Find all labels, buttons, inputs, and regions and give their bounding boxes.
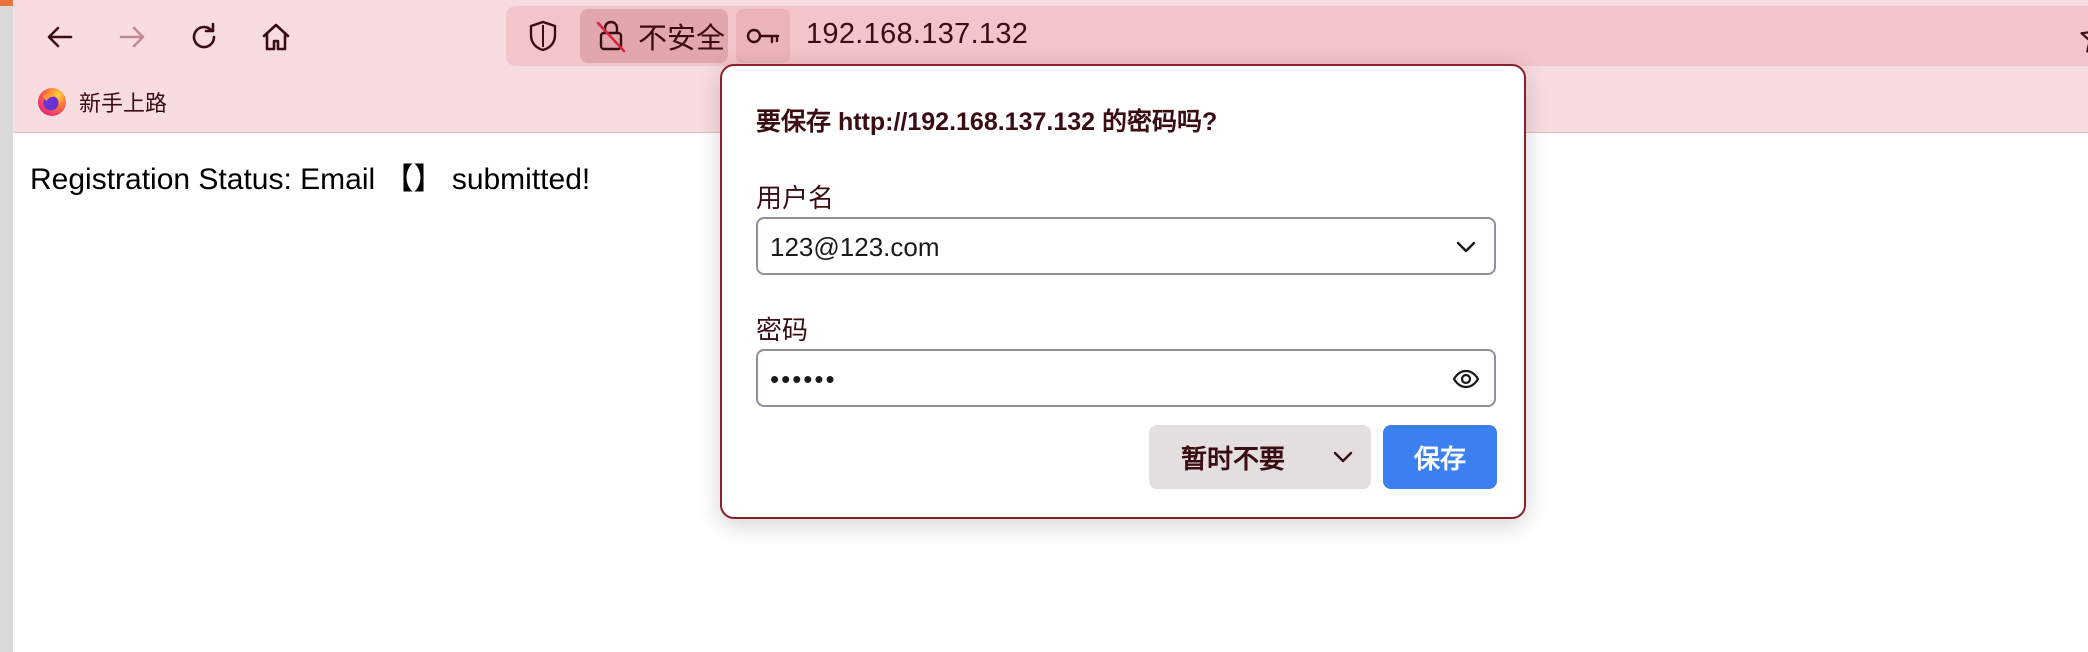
- show-password-eye-icon[interactable]: [1452, 365, 1480, 393]
- address-bar[interactable]: 不安全 192.168.137.132: [506, 6, 2088, 66]
- bookmark-label: 新手上路: [79, 91, 168, 116]
- insecure-lock-icon: [592, 17, 630, 55]
- username-value: 123@123.com: [770, 232, 940, 262]
- password-key-button[interactable]: [736, 9, 790, 63]
- url-text[interactable]: 192.168.137.132: [806, 18, 1028, 51]
- reload-icon: [192, 22, 216, 49]
- firefox-icon: [38, 88, 66, 116]
- arrow-left-icon: [47, 26, 73, 48]
- back-button[interactable]: [35, 12, 85, 62]
- key-icon: [746, 28, 780, 44]
- shield-icon: [529, 20, 557, 52]
- chevron-down-icon[interactable]: [1452, 233, 1480, 261]
- not-now-button[interactable]: 暂时不要: [1149, 425, 1371, 489]
- save-button[interactable]: 保存: [1383, 425, 1497, 489]
- star-icon: [2080, 31, 2088, 53]
- not-now-label: 暂时不要: [1181, 443, 1286, 474]
- password-field[interactable]: ••••••: [756, 349, 1496, 407]
- bookmark-star-button[interactable]: [2079, 20, 2088, 54]
- connection-insecure-button[interactable]: 不安全: [580, 9, 728, 63]
- registration-status-text: Registration Status: Email 【】 submitted!: [30, 163, 591, 196]
- window-edge: [0, 0, 13, 652]
- username-field[interactable]: 123@123.com: [756, 217, 1496, 275]
- insecure-label: 不安全: [638, 23, 726, 55]
- password-value: ••••••: [770, 364, 837, 394]
- chevron-down-icon[interactable]: [1329, 443, 1357, 471]
- forward-button[interactable]: [107, 12, 157, 62]
- reload-button[interactable]: [179, 12, 229, 62]
- dialog-title: 要保存 http://192.168.137.132 的密码吗?: [756, 108, 1218, 136]
- home-button[interactable]: [251, 12, 301, 62]
- home-icon: [262, 23, 290, 51]
- bookmark-item-getting-started[interactable]: 新手上路: [37, 86, 167, 118]
- arrow-right-icon: [119, 26, 145, 48]
- save-password-dialog: 要保存 http://192.168.137.132 的密码吗? 用户名 123…: [720, 64, 1526, 519]
- password-label: 密码: [756, 315, 809, 345]
- tracking-protection-button[interactable]: [526, 19, 560, 53]
- username-label: 用户名: [756, 183, 835, 213]
